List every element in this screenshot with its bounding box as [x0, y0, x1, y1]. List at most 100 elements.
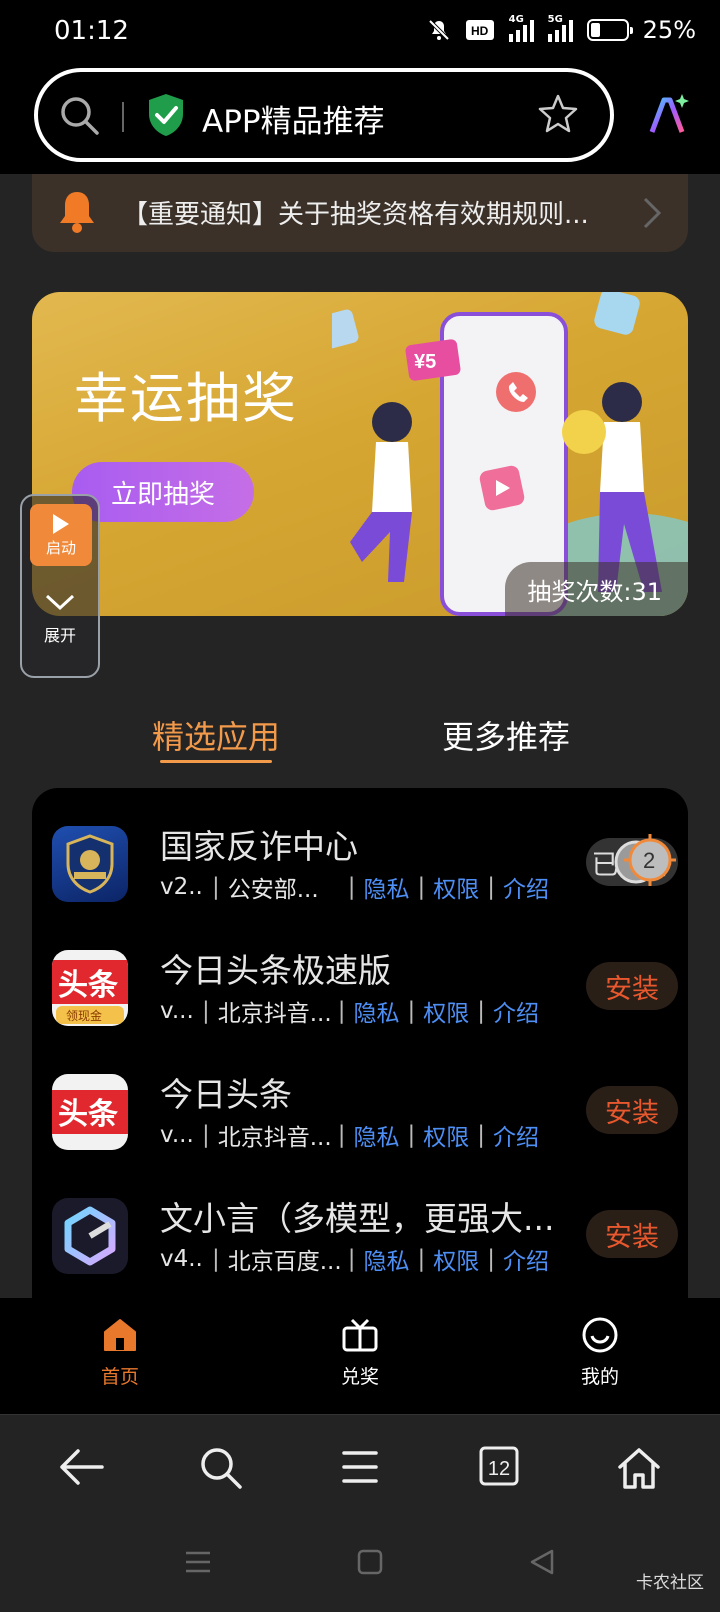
- search-icon[interactable]: [58, 94, 102, 138]
- draw-count-badge: 抽奖次数:31: [505, 562, 688, 616]
- app-bottom-nav: 首页 兑奖 我的: [0, 1298, 720, 1414]
- back-triangle-icon[interactable]: [528, 1548, 556, 1576]
- nav-home[interactable]: 首页: [60, 1316, 180, 1389]
- install-button[interactable]: 安装: [586, 1210, 678, 1258]
- intro-link[interactable]: 介绍: [493, 1118, 539, 1152]
- tab-more[interactable]: 更多推荐: [442, 712, 570, 758]
- install-button[interactable]: 安装: [586, 962, 678, 1010]
- lottery-banner[interactable]: ¥5 幸运抽奖 立即抽奖 抽奖次数:31: [32, 292, 688, 616]
- gift-icon: [342, 1318, 378, 1352]
- smile-icon: [582, 1317, 618, 1353]
- list-item[interactable]: 头条 今日头条 v... | 北京抖音... | 隐私 | 权限 | 介绍 安装: [32, 1056, 688, 1180]
- app-list: 国家反诈中心 v2... | 公安部... | 隐私 | 权限 | 介绍 已打开…: [32, 788, 688, 1298]
- app-meta: v4... | 北京百度... | 隐私 | 权限 | 介绍: [160, 1242, 549, 1276]
- nav-home-label: 首页: [100, 1366, 139, 1388]
- battery-icon: [586, 19, 633, 41]
- app-icon-anti-fraud: [52, 826, 128, 902]
- install-button[interactable]: 安装: [586, 1086, 678, 1134]
- app-name: 今日头条极速版: [160, 951, 391, 990]
- price-tag-text: ¥5: [414, 351, 436, 373]
- app-tabs: 精选应用 更多推荐: [0, 708, 720, 778]
- app-developer: 北京抖音...: [217, 1125, 330, 1151]
- hd-icon: HD: [465, 20, 494, 40]
- list-item[interactable]: 国家反诈中心 v2... | 公安部... | 隐私 | 权限 | 介绍 已打开…: [32, 808, 688, 932]
- play-icon: [53, 513, 69, 534]
- tab-count: 12: [488, 1458, 510, 1480]
- status-icons: HD 4G 5G 25%: [427, 14, 696, 44]
- signal-4g-icon: 4G: [508, 14, 534, 42]
- hd-text: HD: [471, 24, 489, 38]
- address-divider: [122, 102, 124, 132]
- search-icon[interactable]: [198, 1445, 244, 1491]
- battery-percent: 25%: [642, 16, 696, 44]
- status-time: 01:12: [54, 16, 129, 46]
- shield-check-icon: [149, 94, 183, 136]
- icon-text: 头条: [58, 1097, 118, 1132]
- menu-icon[interactable]: [340, 1445, 380, 1489]
- list-item[interactable]: 头条 领现金 今日头条极速版 v... | 北京抖音... | 隐私 | 权限 …: [32, 932, 688, 1056]
- notice-text: 【重要通知】关于抽奖资格有效期规则...: [122, 200, 589, 230]
- tab-underline: [160, 760, 272, 763]
- nav-prize[interactable]: 兑奖: [300, 1316, 420, 1389]
- recents-icon[interactable]: [184, 1548, 212, 1576]
- app-developer: 北京百度...: [227, 1249, 340, 1275]
- floating-launcher[interactable]: 启动 展开: [20, 494, 100, 678]
- app-version: v4...: [160, 1246, 204, 1272]
- app-meta: v... | 北京抖音... | 隐私 | 权限 | 介绍: [160, 1118, 539, 1152]
- ai-assistant-icon[interactable]: [646, 92, 690, 136]
- app-version: v...: [160, 998, 194, 1024]
- privacy-link[interactable]: 隐私: [354, 1118, 400, 1152]
- back-arrow-icon[interactable]: [58, 1445, 106, 1489]
- nav-mine-label: 我的: [580, 1366, 619, 1388]
- coin-count: 2: [643, 848, 655, 873]
- intro-link[interactable]: 介绍: [493, 994, 539, 1028]
- nav-prize-label: 兑奖: [340, 1366, 379, 1388]
- intro-link[interactable]: 介绍: [503, 870, 549, 904]
- app-developer: 公安部...: [227, 877, 319, 903]
- status-bar: 01:12 HD 4G 5G 25%: [0, 0, 720, 64]
- signal-5g-icon: 5G: [547, 14, 573, 42]
- expand-button[interactable]: 展开: [22, 592, 98, 646]
- home-icon: [104, 1319, 136, 1351]
- icon-text: 头条: [58, 968, 118, 1003]
- app-developer: 北京抖音...: [217, 1001, 330, 1027]
- launch-button[interactable]: 启动: [30, 504, 92, 566]
- privacy-link[interactable]: 隐私: [364, 870, 410, 904]
- list-item[interactable]: 文小言（多模型，更强大... v4... | 北京百度... | 隐私 | 权限…: [32, 1180, 688, 1298]
- launch-label: 启动: [45, 538, 76, 557]
- app-meta: v... | 北京抖音... | 隐私 | 权限 | 介绍: [160, 994, 539, 1028]
- star-icon[interactable]: [536, 92, 580, 136]
- page-title: APP精品推荐: [202, 104, 385, 140]
- permissions-link[interactable]: 权限: [433, 1242, 479, 1276]
- coin-badge-icon: 2: [614, 834, 676, 886]
- banner-title: 幸运抽奖: [74, 367, 298, 430]
- app-version: v...: [160, 1122, 194, 1148]
- bell-icon: [60, 192, 94, 233]
- app-name: 国家反诈中心: [160, 827, 358, 866]
- intro-link[interactable]: 介绍: [503, 1242, 549, 1276]
- privacy-link[interactable]: 隐私: [354, 994, 400, 1028]
- home-square-icon[interactable]: [356, 1548, 384, 1576]
- chevron-right-icon[interactable]: [642, 196, 662, 230]
- watermark: 卡农社区: [636, 1573, 704, 1593]
- notice-banner[interactable]: 【重要通知】关于抽奖资格有效期规则...: [32, 174, 688, 252]
- permissions-link[interactable]: 权限: [423, 994, 469, 1028]
- app-icon-wenxiaoyan: [52, 1198, 128, 1274]
- mute-bell-icon: [428, 19, 450, 41]
- app-icon-toutiao: 头条: [52, 1074, 128, 1150]
- browser-header: APP精品推荐: [0, 64, 720, 174]
- app-name: 文小言（多模型，更强大...: [160, 1199, 555, 1238]
- app-version: v2...: [160, 874, 204, 900]
- app-name: 今日头条: [160, 1075, 292, 1114]
- tab-featured[interactable]: 精选应用: [152, 712, 280, 758]
- icon-subtext: 领现金: [66, 1008, 102, 1023]
- nav-mine[interactable]: 我的: [540, 1316, 660, 1389]
- address-bar[interactable]: APP精品推荐: [34, 68, 614, 162]
- browser-toolbar: 12: [0, 1414, 720, 1524]
- privacy-link[interactable]: 隐私: [364, 1242, 410, 1276]
- tabs-icon[interactable]: 12: [478, 1445, 520, 1487]
- home-icon[interactable]: [616, 1445, 662, 1491]
- app-meta: v2... | 公安部... | 隐私 | 权限 | 介绍: [160, 870, 549, 904]
- permissions-link[interactable]: 权限: [433, 870, 479, 904]
- permissions-link[interactable]: 权限: [423, 1118, 469, 1152]
